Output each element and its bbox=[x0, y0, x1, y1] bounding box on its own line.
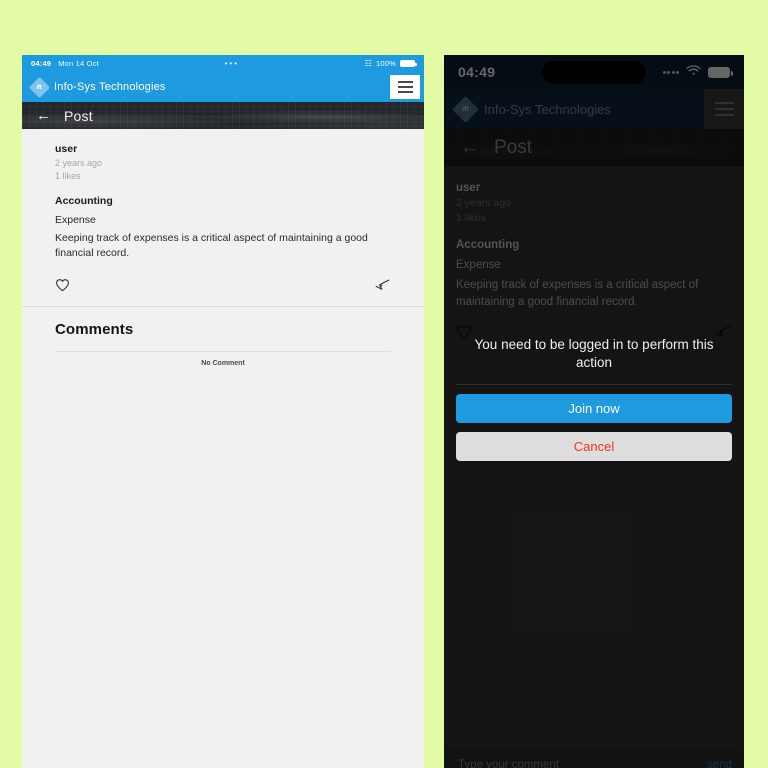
status-center-dots: ••• bbox=[224, 59, 239, 68]
post-subtitle: Expense bbox=[55, 214, 96, 226]
cancel-button[interactable]: Cancel bbox=[456, 432, 732, 462]
left-post-card: user 2 years ago 1 likes Accounting Expe… bbox=[22, 129, 424, 307]
status-indicators: ☷ 100% bbox=[364, 58, 417, 68]
post-category: Accounting bbox=[456, 239, 520, 251]
post-like-count: 1 likes bbox=[55, 171, 81, 181]
wifi-icon bbox=[686, 63, 701, 81]
comment-composer[interactable]: Type your comment send bbox=[445, 750, 743, 768]
left-app-bar: ift Info-Sys Technologies bbox=[22, 72, 424, 102]
post-body: Keeping track of expenses is a critical … bbox=[55, 232, 368, 259]
comments-heading: Comments bbox=[55, 320, 134, 338]
right-post-card: user 2 years ago 1 likes Accounting Expe… bbox=[444, 166, 744, 355]
logo-monogram: ift bbox=[462, 105, 469, 113]
battery-percent-label: 100% bbox=[376, 59, 396, 68]
no-comment-label: No Comment bbox=[201, 359, 245, 367]
post-category: Accounting bbox=[55, 195, 113, 207]
left-status-bar: 04:49 Mon 14 Oct ••• ☷ 100% bbox=[22, 55, 424, 72]
post-author: user bbox=[456, 182, 481, 194]
dialog-message: You need to be logged in to perform this… bbox=[474, 337, 714, 371]
brand-logo-icon: ift bbox=[452, 95, 479, 123]
brand-title: Info-Sys Technologies bbox=[484, 101, 611, 117]
post-subtitle: Expense bbox=[456, 259, 501, 271]
dialog-separator bbox=[456, 384, 732, 386]
right-phone-frame: 04:49 ift Info-Sys Technologies ← Post u… bbox=[444, 55, 744, 768]
post-body: Keeping track of expenses is a critical … bbox=[456, 279, 699, 308]
comments-section: Comments No Comment bbox=[22, 306, 424, 768]
hamburger-menu-icon[interactable] bbox=[704, 89, 744, 129]
login-required-dialog: You need to be logged in to perform this… bbox=[456, 336, 732, 462]
battery-icon bbox=[400, 60, 417, 67]
status-time: 04:49 bbox=[458, 64, 496, 80]
reply-arrow-icon[interactable] bbox=[374, 278, 391, 292]
post-timestamp: 2 years ago bbox=[55, 158, 103, 168]
status-indicators bbox=[662, 63, 733, 81]
brand-title: Info-Sys Technologies bbox=[54, 81, 166, 93]
post-text-block: user 2 years ago 1 likes Accounting Expe… bbox=[22, 143, 424, 261]
post-like-count: 1 likes bbox=[456, 212, 486, 224]
signal-dots-icon bbox=[662, 70, 679, 74]
post-author: user bbox=[55, 143, 78, 155]
comments-rule bbox=[55, 350, 391, 352]
hamburger-menu-icon[interactable] bbox=[390, 75, 420, 99]
post-timestamp: 2 years ago bbox=[456, 197, 511, 209]
comment-input[interactable]: Type your comment bbox=[458, 759, 707, 768]
status-time: 04:49 bbox=[31, 59, 52, 68]
brand-logo-icon: ift bbox=[28, 76, 51, 98]
logo-monogram: ift bbox=[37, 83, 42, 90]
screenshot-canvas: 04:49 Mon 14 Oct ••• ☷ 100% ift Info-Sys… bbox=[0, 0, 768, 768]
dynamic-island bbox=[542, 61, 646, 84]
heart-icon[interactable] bbox=[55, 278, 70, 292]
right-post-header: ← Post bbox=[444, 129, 744, 166]
right-status-bar: 04:49 bbox=[444, 55, 744, 89]
post-action-row bbox=[22, 261, 424, 306]
back-arrow-icon[interactable]: ← bbox=[36, 108, 51, 123]
post-text-block: user 2 years ago 1 likes Accounting Expe… bbox=[444, 182, 744, 310]
right-app-bar: ift Info-Sys Technologies bbox=[444, 89, 744, 129]
left-phone-frame: 04:49 Mon 14 Oct ••• ☷ 100% ift Info-Sys… bbox=[22, 55, 424, 768]
join-now-button[interactable]: Join now bbox=[456, 394, 732, 424]
send-button[interactable]: send bbox=[707, 759, 732, 768]
wifi-icon: ☷ bbox=[364, 58, 373, 68]
left-post-header: ← Post bbox=[22, 102, 424, 129]
page-title: Post bbox=[494, 136, 533, 158]
back-arrow-icon[interactable]: ← bbox=[460, 138, 479, 157]
battery-icon bbox=[708, 66, 733, 78]
status-date: Mon 14 Oct bbox=[58, 59, 99, 68]
page-title: Post bbox=[64, 107, 93, 124]
